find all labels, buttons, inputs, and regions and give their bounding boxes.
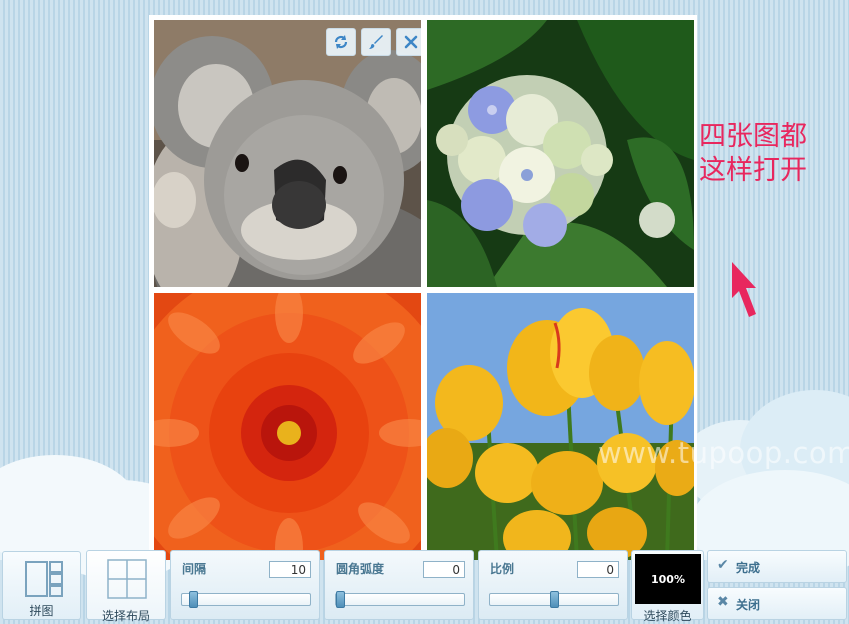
corner-radius-input[interactable] — [423, 561, 465, 578]
ratio-input[interactable] — [577, 561, 619, 578]
collage-cell-koala[interactable] — [154, 20, 421, 287]
remove-button[interactable] — [396, 28, 421, 56]
collage-canvas — [149, 15, 697, 560]
corner-radius-panel: 圆角弧度 — [324, 550, 474, 620]
edit-button[interactable] — [361, 28, 391, 56]
tulips-photo — [427, 293, 694, 560]
ratio-slider[interactable] — [489, 591, 619, 608]
corner-radius-label: 圆角弧度 — [336, 562, 385, 576]
done-label: 完成 — [736, 561, 761, 575]
brush-icon — [369, 35, 383, 49]
color-swatch: 100% — [635, 554, 701, 604]
annotation-line: 这样打开 — [699, 155, 807, 186]
chrysanthemum-photo — [154, 293, 421, 560]
collage-icon — [25, 561, 63, 597]
close-icon — [404, 35, 418, 49]
select-layout-label: 选择布局 — [101, 609, 150, 623]
corner-radius-slider-thumb[interactable] — [336, 591, 345, 608]
select-color-label: 选择颜色 — [643, 609, 692, 623]
select-layout-button[interactable]: 选择布局 — [86, 550, 166, 623]
checkmark-icon: ✔ — [717, 557, 729, 573]
ratio-label: 比例 — [490, 562, 515, 576]
koala-photo — [154, 20, 421, 287]
cell-toolbar — [326, 28, 421, 56]
spacing-panel: 间隔 — [170, 550, 320, 620]
refresh-icon — [334, 35, 348, 49]
ratio-slider-thumb[interactable] — [550, 591, 559, 608]
spacing-input[interactable] — [269, 561, 311, 578]
spacing-label: 间隔 — [182, 562, 207, 576]
grid-layout-icon — [107, 559, 147, 599]
spacing-slider[interactable] — [181, 591, 311, 608]
collage-cell-hydrangea[interactable] — [427, 20, 694, 287]
close-label: 关闭 — [736, 598, 761, 612]
collage-cell-tulips[interactable] — [427, 293, 694, 560]
collage-button[interactable]: 拼图 — [2, 551, 81, 620]
bottom-toolbar: 拼图 选择布局 间隔 圆角弧度 比例 100% 选择颜色 ✔ — [0, 548, 849, 623]
annotation-line: 四张图都 — [699, 121, 807, 152]
watermark: www.tupoop.com — [598, 436, 849, 470]
collage-button-label: 拼图 — [29, 604, 54, 618]
annotation-note: 四张图都 这样打开 — [699, 120, 807, 188]
corner-radius-slider[interactable] — [335, 591, 465, 608]
close-icon: ✖ — [717, 594, 729, 610]
hydrangea-photo — [427, 20, 694, 287]
ratio-panel: 比例 — [478, 550, 628, 620]
done-button[interactable]: ✔ 完成 — [707, 550, 847, 583]
refresh-button[interactable] — [326, 28, 356, 56]
cursor-arrow-icon — [732, 262, 756, 317]
collage-cell-chrysanthemum[interactable] — [154, 293, 421, 560]
close-button[interactable]: ✖ 关闭 — [707, 587, 847, 620]
spacing-slider-thumb[interactable] — [189, 591, 198, 608]
select-color-button[interactable]: 100% 选择颜色 — [631, 550, 704, 623]
